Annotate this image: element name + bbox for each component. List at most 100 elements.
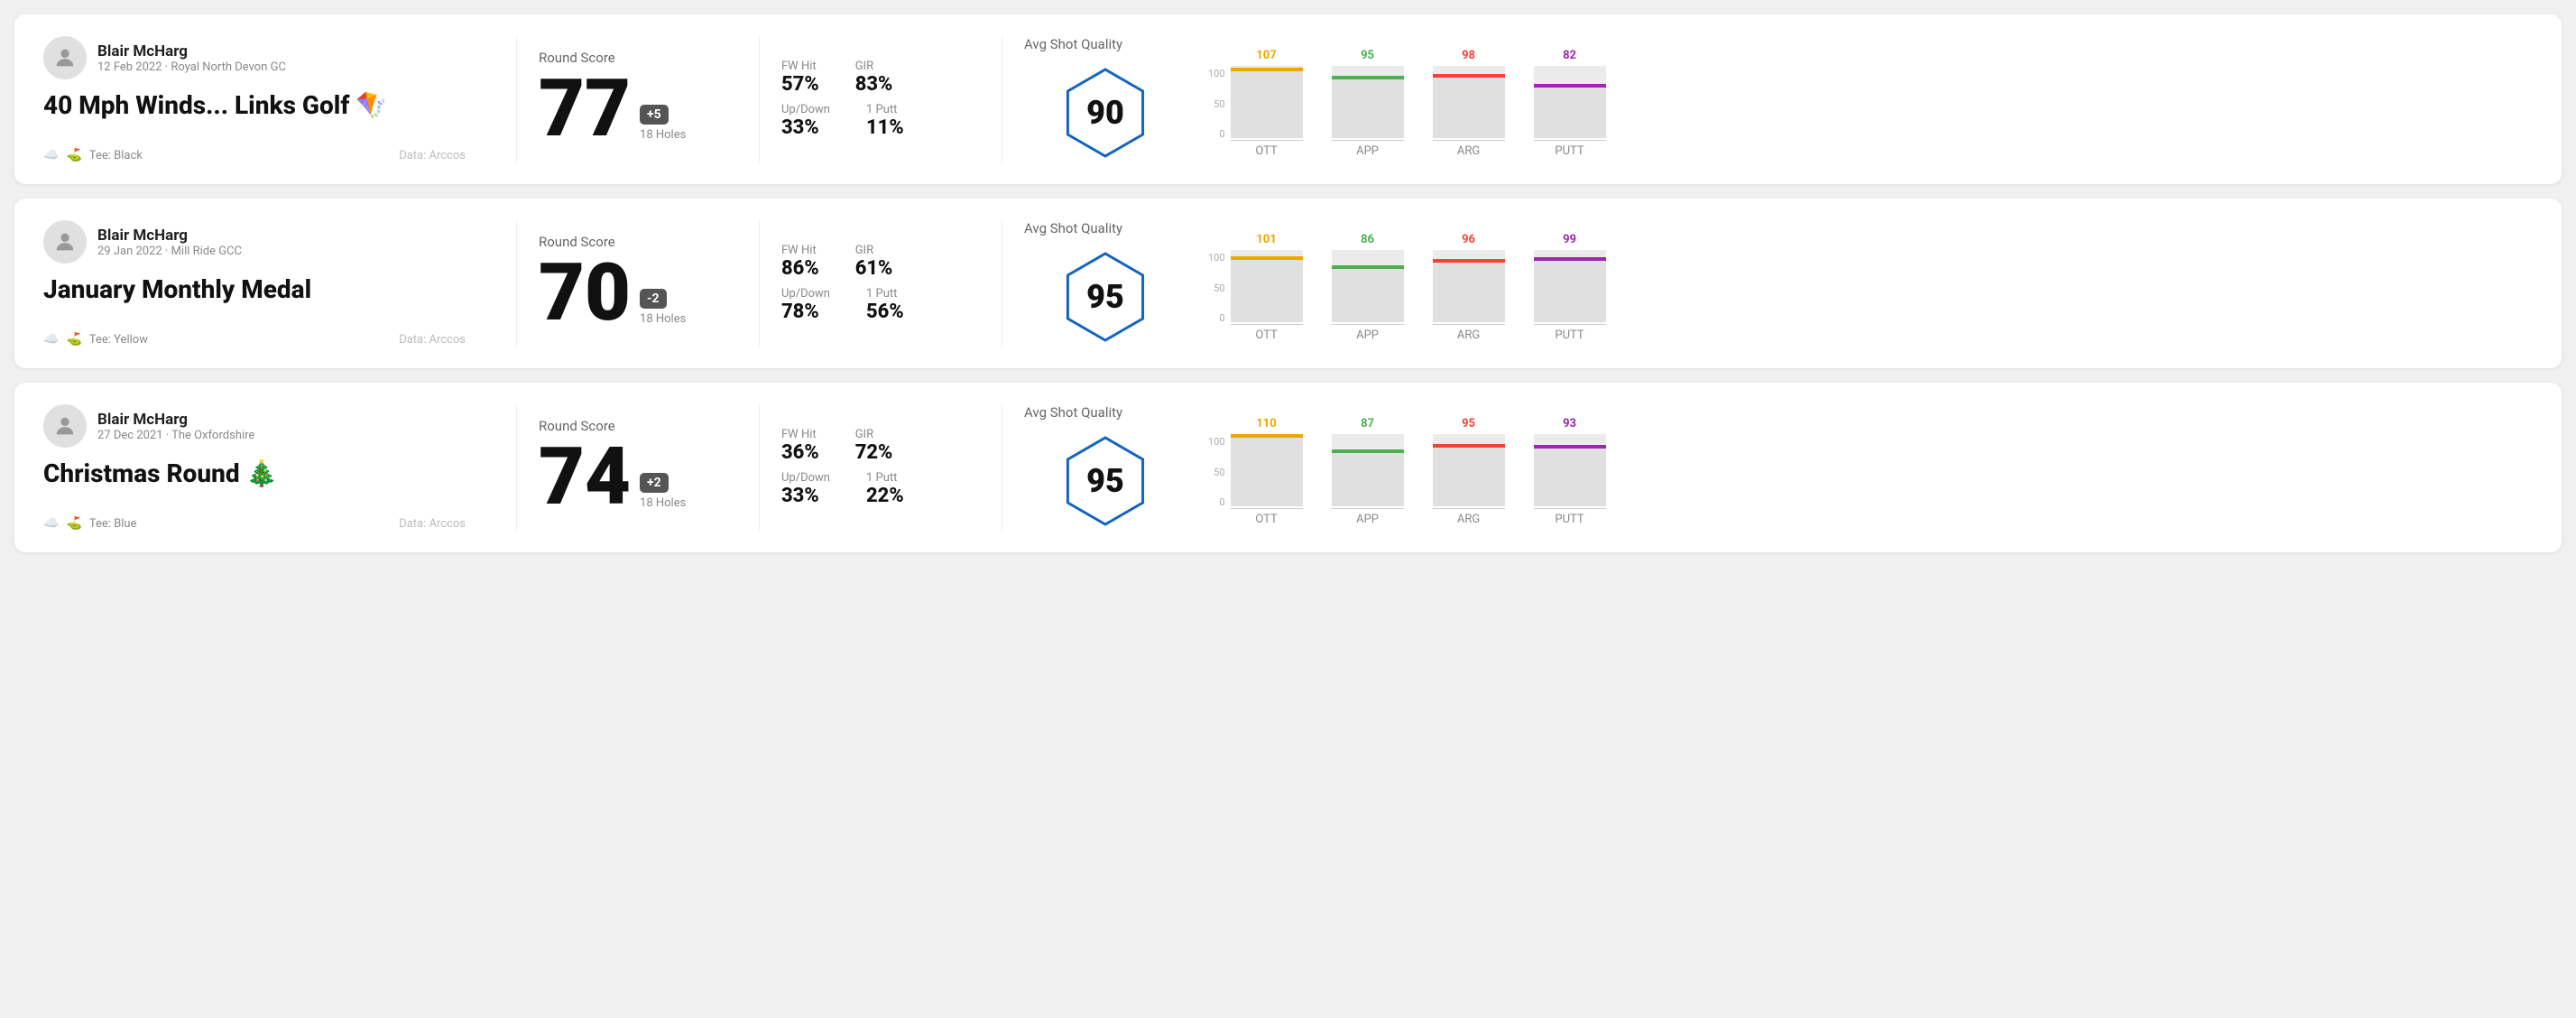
stat-fw-hit-value-2: 36% [781,441,819,464]
bar-fill-arg [1433,74,1505,138]
stat-oneputt-2: 1 Putt 22% [866,471,904,507]
stat-oneputt-label-1: 1 Putt [866,287,904,301]
axis-line [1534,140,1606,141]
round-title-0: 40 Mph Winds... Links Golf 🪁 [43,90,466,120]
bar-line-putt [1534,84,1606,88]
quality-label-2: Avg Shot Quality [1024,404,1122,421]
bar-group-putt: 93 PUTT [1534,417,1606,526]
axis-line [1534,324,1606,325]
axis-line [1433,140,1505,141]
bar-label-ott: OTT [1255,144,1277,158]
stat-gir-0: GIR 83% [855,60,893,96]
axis-line [1332,324,1404,325]
score-number-0: 77 [539,69,631,149]
data-source-2: Data: Arccos [399,517,466,531]
hexagon-score-2: 95 [1086,462,1124,500]
axis-line [1231,140,1303,141]
stat-gir-label-2: GIR [855,428,893,441]
stat-updown-2: Up/Down 33% [781,471,830,507]
y-label-0: 0 [1219,496,1224,508]
bar-line-putt [1534,257,1606,261]
bar-group-ott: 107 OTT [1231,49,1303,158]
bar-fill-app [1332,449,1404,506]
bar-label-arg: ARG [1457,144,1480,158]
user-meta-0: 12 Feb 2022 · Royal North Devon GC [97,60,286,74]
bar-line-ott [1231,434,1303,438]
stat-gir-value-0: 83% [855,73,893,96]
bar-track-arg [1433,434,1505,506]
bar-track-app [1332,434,1404,506]
bar-fill-putt [1534,257,1606,322]
left-section-1: Blair McHarg 29 Jan 2022 · Mill Ride GCC… [43,220,494,347]
stat-fw-hit-label-2: FW Hit [781,428,819,441]
score-badge-area-0: +5 18 Holes [640,105,686,149]
bar-line-putt [1534,445,1606,449]
divider-left-2 [516,404,517,531]
weather-icon-0: ☁️ [43,148,59,162]
avatar-icon-2 [52,413,78,439]
hexagon-container-0: 90 [1056,63,1155,162]
bar-group-app: 87 APP [1332,417,1404,526]
stat-oneputt-value-2: 22% [866,485,904,507]
tee-icon-0: ⛳ [66,148,81,162]
avatar-2 [43,404,87,448]
bar-track-app [1332,250,1404,322]
divider-score-0 [759,36,760,162]
bar-fill-ott [1231,256,1303,322]
bar-value-app: 87 [1361,417,1374,430]
bar-fill-ott [1231,434,1303,506]
score-holes-2: 18 Holes [640,496,686,510]
stats-row-bottom-1: Up/Down 78% 1 Putt 56% [781,287,980,323]
stats-row-top-1: FW Hit 86% GIR 61% [781,244,980,280]
round-title-1: January Monthly Medal [43,274,466,304]
user-meta-1: 29 Jan 2022 · Mill Ride GCC [97,245,242,258]
stat-updown-1: Up/Down 78% [781,287,830,323]
round-card-2: Blair McHarg 27 Dec 2021 · The Oxfordshi… [14,383,2562,552]
score-badge-area-2: +2 18 Holes [640,473,686,517]
user-name-1: Blair McHarg [97,227,242,245]
bar-label-app: APP [1356,513,1379,526]
quality-section-1: Avg Shot Quality 95 [1024,220,1186,347]
avatar-0 [43,36,87,79]
stat-fw-hit-value-0: 57% [781,73,819,96]
user-info-2: Blair McHarg 27 Dec 2021 · The Oxfordshi… [97,411,254,442]
bar-fill-arg [1433,444,1505,506]
round-title-2: Christmas Round 🎄 [43,458,466,488]
bar-track-ott [1231,250,1303,322]
hexagon-score-0: 90 [1086,94,1124,132]
bar-value-putt: 93 [1563,417,1576,430]
bar-fill-arg [1433,259,1505,322]
round-card-0: Blair McHarg 12 Feb 2022 · Royal North D… [14,14,2562,184]
bar-group-arg: 96 ARG [1433,233,1505,342]
score-badge-0: +5 [640,105,669,125]
bar-value-app: 86 [1361,233,1374,246]
hexagon-container-2: 95 [1056,431,1155,531]
stat-updown-label-2: Up/Down [781,471,830,485]
bar-label-putt: PUTT [1555,144,1583,158]
bar-track-putt [1534,66,1606,138]
axis-line [1231,324,1303,325]
stats-row-bottom-0: Up/Down 33% 1 Putt 11% [781,103,980,139]
y-label-50: 50 [1214,467,1224,478]
stat-updown-value-0: 33% [781,116,830,139]
bar-line-ott [1231,256,1303,260]
stat-gir-value-2: 72% [855,441,893,464]
bar-track-putt [1534,434,1606,506]
bar-group-ott: 110 OTT [1231,417,1303,526]
chart-section-1: 100 50 0 101 OTT 86 [1186,220,2533,347]
stat-gir-2: GIR 72% [855,428,893,464]
bottom-row-2: ☁️ ⛳ Tee: Blue Data: Arccos [43,516,466,531]
y-label-50: 50 [1214,282,1224,294]
y-label-100: 100 [1208,252,1225,264]
tee-label-2: Tee: Blue [89,517,137,531]
bar-fill-putt [1534,84,1606,138]
y-label-100: 100 [1208,68,1225,79]
score-main-2: 74 +2 18 Holes [539,438,737,517]
bar-line-arg [1433,259,1505,263]
bar-label-putt: PUTT [1555,329,1583,342]
user-name-0: Blair McHarg [97,42,286,60]
tee-icon-1: ⛳ [66,332,81,347]
stat-fw-hit-label-1: FW Hit [781,244,819,257]
bottom-row-1: ☁️ ⛳ Tee: Yellow Data: Arccos [43,332,466,347]
bar-label-arg: ARG [1457,329,1480,342]
